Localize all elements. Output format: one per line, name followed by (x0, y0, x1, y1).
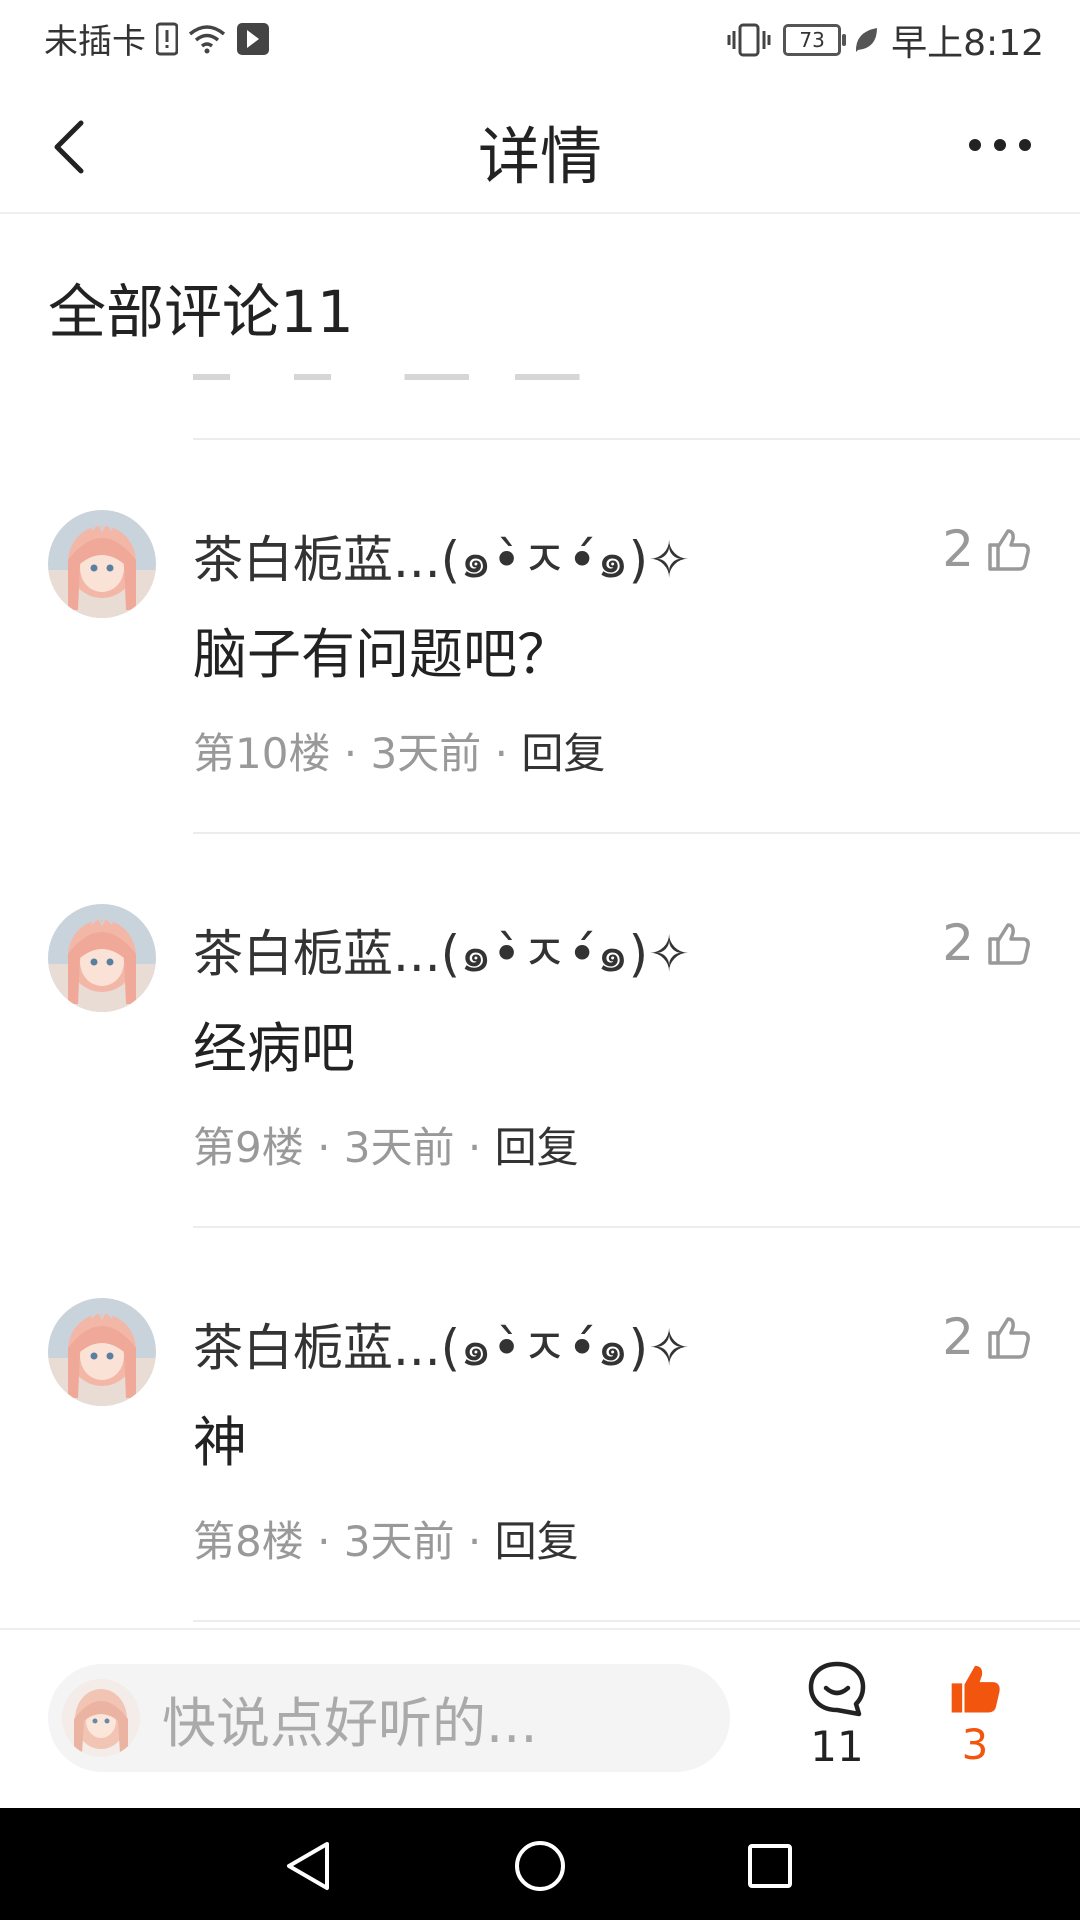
comment-username[interactable]: 茶白栀蓝...(๑•̀ㅈ•́๑)✧ (193, 1308, 690, 1388)
comment-input[interactable]: 快说点好听的... (48, 1664, 730, 1772)
nav-recents-button[interactable] (740, 1836, 800, 1896)
status-left: 未插卡 (44, 14, 270, 63)
battery-indicator: 73 (783, 24, 847, 56)
divider (193, 1620, 1080, 1622)
comment-meta: 第9楼 · 3天前 · 回复 (193, 1123, 579, 1172)
my-avatar (62, 1679, 140, 1757)
comment-item: 茶白栀蓝...(๑•̀ㅈ•́๑)✧ 2 经病吧 第9楼 · 3天前 · 回复 (0, 834, 1080, 1228)
comment-meta: 第10楼 · 3天前 · 回复 (193, 729, 606, 778)
comments-count: 11 (810, 1722, 864, 1771)
comments-button[interactable]: 11 (782, 1660, 892, 1771)
comment-username[interactable]: 茶白栀蓝...(๑•̀ㅈ•́๑)✧ (193, 914, 690, 994)
more-icon (969, 139, 1031, 151)
thumbs-up-icon (988, 923, 1030, 965)
likes-count: 3 (961, 1720, 989, 1769)
page-title: 详情 (477, 120, 602, 193)
comment-floor: 第10楼 (193, 729, 331, 778)
comment-meta: 第8楼 · 3天前 · 回复 (193, 1517, 579, 1566)
status-time: 早上8:12 (891, 23, 1044, 64)
like-count: 2 (942, 1308, 974, 1366)
avatar[interactable] (48, 904, 156, 1012)
title-bar: 详情 (0, 76, 1080, 214)
like-button[interactable]: 2 (942, 520, 1032, 578)
nav-back-button[interactable] (278, 1836, 338, 1896)
leaf-icon (853, 26, 879, 54)
comment-time: 3天前 (343, 1517, 455, 1566)
avatar[interactable] (48, 510, 156, 618)
comment-floor: 第9楼 (193, 1123, 304, 1172)
comment-text: 经病吧 (193, 1017, 355, 1080)
thumbs-up-icon (988, 529, 1030, 571)
comment-icon (808, 1661, 866, 1717)
like-post-button[interactable]: 3 (920, 1660, 1030, 1769)
comment-time: 3天前 (343, 1123, 455, 1172)
comment-username[interactable]: 茶白栀蓝...(๑•̀ㅈ•́๑)✧ (193, 520, 690, 600)
nav-home-button[interactable] (510, 1836, 570, 1896)
system-nav-bar (0, 1808, 1080, 1920)
thumbs-up-filled-icon (951, 1665, 1000, 1713)
comment-text: 神 (193, 1411, 247, 1474)
thumbs-up-icon (988, 1317, 1030, 1359)
like-count: 2 (942, 914, 974, 972)
vibrate-icon (727, 23, 771, 57)
comment-item: 茶白栀蓝...(๑•̀ㅈ•́๑)✧ 2 神 第8楼 · 3天前 · 回复 (0, 1228, 1080, 1622)
like-button[interactable]: 2 (942, 914, 1032, 972)
app-notification-icon (236, 22, 270, 56)
nav-back-icon (287, 1842, 329, 1890)
reply-button[interactable]: 回复 (521, 729, 605, 778)
like-count: 2 (942, 520, 974, 578)
comment-time: 3天前 (370, 729, 482, 778)
carrier-label: 未插卡 (44, 22, 146, 62)
more-button[interactable] (960, 120, 1040, 170)
nav-home-icon (515, 1841, 565, 1891)
avatar[interactable] (48, 1298, 156, 1406)
all-comments-heading: 全部评论11 (48, 278, 354, 346)
comment-input-placeholder: 快说点好听的... (162, 1691, 538, 1755)
bottom-bar: 快说点好听的... 11 3 (0, 1628, 1080, 1810)
comment-text: 脑子有问题吧？ (193, 623, 571, 686)
clipped-previous-comment (193, 370, 653, 382)
like-button[interactable]: 2 (942, 1308, 1032, 1366)
reply-button[interactable]: 回复 (495, 1517, 579, 1566)
nav-recents-icon (748, 1844, 792, 1888)
status-right: 73 早上8:12 (727, 14, 1044, 66)
status-bar: 未插卡 73 早上8:12 (0, 0, 1080, 76)
sim-alert-icon (156, 22, 178, 56)
comment-floor: 第8楼 (193, 1517, 304, 1566)
comment-item: 茶白栀蓝...(๑•̀ㅈ•́๑)✧ 2 脑子有问题吧？ 第10楼 · 3天前 ·… (0, 440, 1080, 834)
wifi-icon (188, 24, 226, 54)
reply-button[interactable]: 回复 (495, 1123, 579, 1172)
